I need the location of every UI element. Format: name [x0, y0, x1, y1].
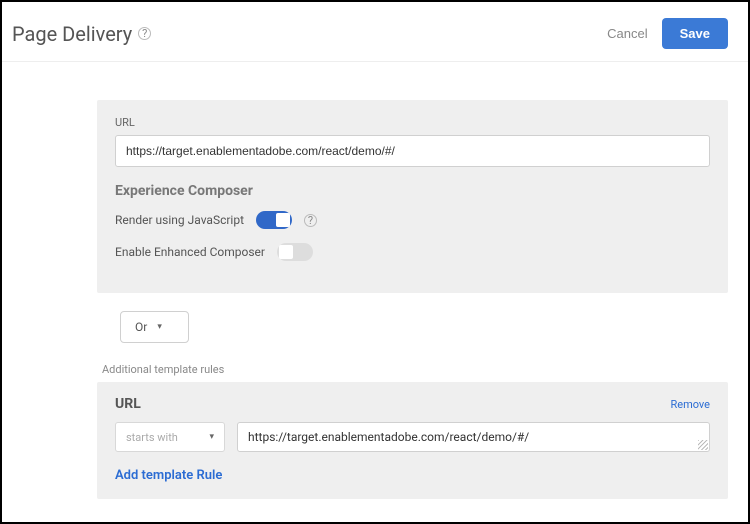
page-title: Page Delivery ? — [12, 22, 151, 46]
page-title-text: Page Delivery — [12, 22, 132, 46]
page-header: Page Delivery ? Cancel Save — [2, 2, 748, 62]
match-type-value: starts with — [126, 431, 178, 444]
rule-title: URL — [115, 396, 141, 412]
enhanced-row: Enable Enhanced Composer — [115, 243, 710, 261]
operator-row: Or ▾ — [120, 311, 748, 343]
rule-input-wrap — [237, 422, 710, 452]
enhanced-toggle[interactable] — [277, 243, 313, 261]
save-button[interactable]: Save — [662, 18, 728, 49]
render-js-toggle[interactable] — [256, 211, 292, 229]
enhanced-label: Enable Enhanced Composer — [115, 245, 265, 259]
match-type-select[interactable]: starts with ▾ — [115, 422, 225, 452]
rule-header: URL Remove — [115, 396, 710, 412]
render-js-row: Render using JavaScript ? — [115, 211, 710, 229]
help-icon[interactable]: ? — [304, 214, 317, 227]
help-icon[interactable]: ? — [138, 27, 151, 40]
content-area: URL Experience Composer Render using Jav… — [2, 62, 748, 499]
rule-panel: URL Remove starts with ▾ Add template Ru… — [97, 382, 728, 499]
chevron-down-icon: ▾ — [157, 322, 162, 332]
url-panel: URL Experience Composer Render using Jav… — [97, 100, 728, 293]
url-input[interactable] — [115, 135, 710, 167]
operator-value: Or — [135, 320, 147, 334]
add-template-rule-link[interactable]: Add template Rule — [115, 468, 222, 483]
operator-select[interactable]: Or ▾ — [120, 311, 189, 343]
url-label: URL — [115, 116, 710, 129]
composer-section-title: Experience Composer — [115, 183, 710, 199]
additional-rules-heading: Additional template rules — [102, 363, 748, 376]
rule-url-input[interactable] — [237, 422, 710, 452]
header-actions: Cancel Save — [607, 18, 728, 49]
cancel-button[interactable]: Cancel — [607, 26, 647, 41]
remove-rule-link[interactable]: Remove — [670, 398, 710, 411]
rule-row: starts with ▾ — [115, 422, 710, 452]
render-js-label: Render using JavaScript — [115, 213, 244, 227]
chevron-down-icon: ▾ — [209, 432, 214, 442]
